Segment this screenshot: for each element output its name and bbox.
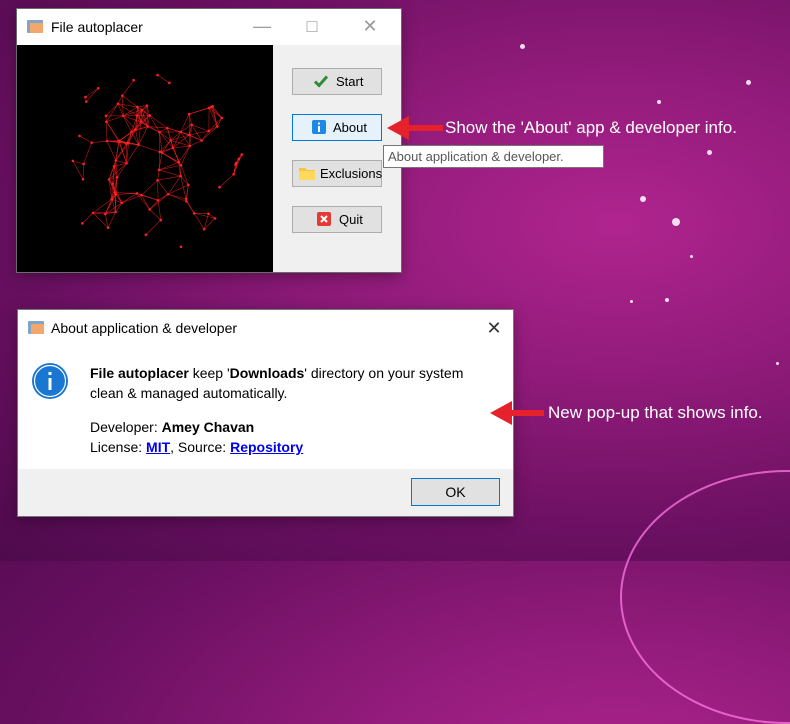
checkmark-icon — [314, 74, 328, 88]
start-label: Start — [336, 74, 363, 89]
minimize-button[interactable]: — — [248, 12, 276, 40]
dialog-title: About application & developer — [51, 320, 237, 336]
quit-button[interactable]: Quit — [292, 206, 382, 233]
maximize-button[interactable]: □ — [298, 12, 326, 40]
license-link[interactable]: MIT — [146, 439, 170, 455]
developer-line: Developer: Amey Chavan — [90, 417, 463, 437]
annotation-popup-text: New pop-up that shows info. — [548, 403, 763, 423]
quit-label: Quit — [339, 212, 363, 227]
dialog-footer: OK — [18, 469, 513, 516]
info-icon — [312, 120, 326, 134]
exclusions-button[interactable]: Exclusions — [292, 160, 382, 187]
start-button[interactable]: Start — [292, 68, 382, 95]
close-x-icon — [317, 212, 331, 226]
license-line: License: MIT, Source: Repository — [90, 437, 463, 457]
close-button[interactable]: ✕ — [356, 12, 384, 40]
particle-network — [17, 45, 273, 272]
folder-icon — [28, 321, 44, 334]
info-icon — [31, 362, 69, 400]
folder-name: Downloads — [230, 365, 305, 381]
app-name: File autoplacer — [90, 365, 189, 381]
folder-icon — [298, 164, 316, 182]
developer-name: Amey Chavan — [162, 419, 255, 435]
folder-icon — [27, 20, 43, 33]
about-label: About — [333, 120, 367, 135]
repository-link[interactable]: Repository — [230, 439, 303, 455]
about-button[interactable]: About — [292, 114, 382, 141]
about-dialog: About application & developer ✕ File aut… — [18, 310, 513, 516]
description-line-1: File autoplacer keep 'Downloads' directo… — [90, 363, 463, 383]
dialog-message: File autoplacer keep 'Downloads' directo… — [90, 363, 463, 457]
particle-animation — [17, 45, 273, 272]
annotation-about-text: Show the 'About' app & developer info. — [445, 118, 737, 138]
ok-button[interactable]: OK — [411, 478, 500, 506]
dialog-close-button[interactable]: ✕ — [480, 314, 508, 342]
window-title: File autoplacer — [51, 19, 143, 35]
main-window: File autoplacer — □ ✕ Start About Exclus… — [17, 9, 401, 272]
about-tooltip: About application & developer. — [383, 145, 604, 168]
description-line-2: clean & managed automatically. — [90, 383, 463, 403]
title-bar: File autoplacer — □ ✕ — [17, 9, 401, 45]
exclusions-label: Exclusions — [320, 166, 382, 181]
